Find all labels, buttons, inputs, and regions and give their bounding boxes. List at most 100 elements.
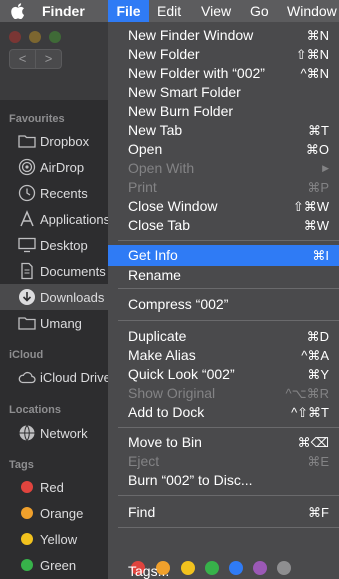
menu-item-label: New Smart Folder	[128, 84, 241, 100]
sidebar-tag-yellow[interactable]: Yellow	[0, 526, 108, 552]
menu-item-label: Open	[128, 141, 163, 157]
sidebar-tag-orange[interactable]: Orange	[0, 500, 108, 526]
menu-item-tags[interactable]: Tags...	[108, 561, 339, 579]
sidebar: Favourites Dropbox AirDrop Recents Appli…	[0, 100, 120, 579]
menu-item-eject: Eject ⌘E	[108, 452, 339, 471]
menu-item-shortcut: ⇧⌘W	[292, 199, 329, 214]
menu-separator	[118, 240, 339, 241]
menu-item-shortcut: ⌘O	[305, 142, 329, 157]
menu-item-label: Find	[128, 504, 156, 520]
zoom-window-button[interactable]	[49, 31, 61, 43]
menu-item-new-finder-window[interactable]: New Finder Window ⌘N	[108, 26, 339, 45]
cloud-icon	[18, 368, 36, 386]
sidebar-item-recents[interactable]: Recents	[0, 180, 108, 206]
menu-item-label: New Finder Window	[128, 27, 254, 43]
sidebar-item-dropbox[interactable]: Dropbox	[0, 128, 108, 154]
sidebar-item-label: Applications	[40, 212, 108, 227]
close-window-button[interactable]	[9, 31, 21, 43]
sidebar-heading-tags: Tags	[9, 459, 34, 471]
menu-item-label: New Tab	[128, 122, 183, 138]
menu-item-open-with: Open With ▶	[108, 159, 339, 178]
menu-item-close-tab[interactable]: Close Tab ⌘W	[108, 216, 339, 235]
menu-item-move-to-bin[interactable]: Move to Bin ⌘⌫	[108, 433, 339, 452]
menu-separator	[118, 527, 339, 528]
menu-window[interactable]: Window	[287, 0, 337, 22]
menu-item-label: Compress “002”	[128, 296, 229, 312]
file-menu: New Finder Window ⌘N New Folder ⇧⌘N New …	[108, 22, 339, 579]
sidebar-item-airdrop[interactable]: AirDrop	[0, 154, 108, 180]
desktop-icon	[18, 236, 36, 254]
menu-item-new-folder[interactable]: New Folder ⇧⌘N	[108, 45, 339, 64]
tag-dot-icon	[18, 530, 36, 548]
menu-item-close-window[interactable]: Close Window ⇧⌘W	[108, 197, 339, 216]
menu-separator	[118, 427, 339, 428]
menu-bar: Finder File Edit View Go Window	[0, 0, 339, 22]
tag-dot-icon	[18, 478, 36, 496]
sidebar-item-label: iCloud Drive	[40, 370, 108, 385]
menu-item-compress[interactable]: Compress “002”	[108, 295, 339, 314]
menu-item-find[interactable]: Find ⌘F	[108, 503, 339, 522]
sidebar-item-label: Orange	[40, 506, 84, 521]
menu-item-shortcut: ^⌘N	[300, 66, 330, 81]
menu-item-print: Print ⌘P	[108, 178, 339, 197]
sidebar-item-icloud-drive[interactable]: iCloud Drive	[0, 364, 108, 390]
menu-go[interactable]: Go	[250, 0, 269, 22]
sidebar-item-label: Downloads	[40, 290, 105, 305]
menu-item-duplicate[interactable]: Duplicate ⌘D	[108, 327, 339, 346]
submenu-arrow-icon: ▶	[322, 163, 329, 173]
menu-item-shortcut: ⌘E	[307, 454, 329, 469]
sidebar-item-desktop[interactable]: Desktop	[0, 232, 108, 258]
menu-finder[interactable]: Finder	[42, 0, 85, 22]
sidebar-tag-green[interactable]: Green	[0, 552, 108, 578]
menu-item-label: Show Original	[128, 385, 216, 401]
menu-item-label: Eject	[128, 453, 160, 469]
menu-item-shortcut: ⇧⌘N	[295, 47, 329, 62]
sidebar-item-network[interactable]: Network	[0, 420, 108, 446]
document-icon	[18, 262, 36, 280]
tag-dot-icon	[18, 556, 36, 574]
sidebar-tag-red[interactable]: Red	[0, 474, 108, 500]
menu-edit[interactable]: Edit	[157, 0, 181, 22]
menu-file[interactable]: File	[108, 0, 149, 22]
window-toolbar: < >	[0, 22, 120, 100]
sidebar-item-applications[interactable]: Applications	[0, 206, 108, 232]
sidebar-item-label: Umang	[40, 316, 82, 331]
menu-item-new-folder-with-selection[interactable]: New Folder with “002” ^⌘N	[108, 64, 339, 83]
apple-icon[interactable]	[11, 3, 25, 19]
menu-view[interactable]: View	[201, 0, 231, 22]
menu-item-new-burn-folder[interactable]: New Burn Folder	[108, 102, 339, 121]
menu-item-shortcut: ^⌘A	[301, 348, 329, 363]
menu-item-shortcut: ⌘T	[308, 123, 329, 138]
folder-icon	[18, 132, 36, 150]
menu-item-label: New Folder with “002”	[128, 65, 265, 81]
sidebar-item-label: Red	[40, 480, 64, 495]
sidebar-item-downloads[interactable]: Downloads	[0, 284, 108, 310]
sidebar-item-documents[interactable]: Documents	[0, 258, 108, 284]
menu-item-label: Duplicate	[128, 328, 187, 344]
sidebar-heading-locations: Locations	[9, 404, 61, 416]
menu-item-new-tab[interactable]: New Tab ⌘T	[108, 121, 339, 140]
menu-item-label: Print	[128, 179, 157, 195]
sidebar-item-label: Yellow	[40, 532, 78, 547]
menu-item-shortcut: ^⇧⌘T	[291, 405, 329, 420]
menu-item-label: Open With	[128, 160, 195, 176]
menu-item-add-to-dock[interactable]: Add to Dock ^⇧⌘T	[108, 403, 339, 422]
menu-item-new-smart-folder[interactable]: New Smart Folder	[108, 83, 339, 102]
menu-item-open[interactable]: Open ⌘O	[108, 140, 339, 159]
menu-item-quick-look[interactable]: Quick Look “002” ⌘Y	[108, 365, 339, 384]
menu-item-rename[interactable]: Rename	[108, 266, 339, 285]
sidebar-item-label: AirDrop	[40, 160, 85, 175]
sidebar-heading-favourites: Favourites	[9, 113, 65, 125]
sidebar-item-label: Recents	[40, 186, 88, 201]
menu-item-make-alias[interactable]: Make Alias ^⌘A	[108, 346, 339, 365]
minimize-window-button[interactable]	[29, 31, 41, 43]
forward-button[interactable]: >	[35, 49, 62, 69]
sidebar-item-umang[interactable]: Umang	[0, 310, 108, 336]
menu-item-burn-to-disc[interactable]: Burn “002” to Disc...	[108, 471, 339, 490]
menu-item-get-info[interactable]: Get Info ⌘I	[108, 245, 339, 266]
back-button[interactable]: <	[9, 49, 36, 69]
sidebar-item-label: Green	[40, 558, 77, 573]
menu-item-label: Close Window	[128, 198, 218, 214]
menu-item-label: Tags...	[128, 563, 170, 579]
menu-item-shortcut: ^⌥⌘R	[285, 386, 329, 401]
